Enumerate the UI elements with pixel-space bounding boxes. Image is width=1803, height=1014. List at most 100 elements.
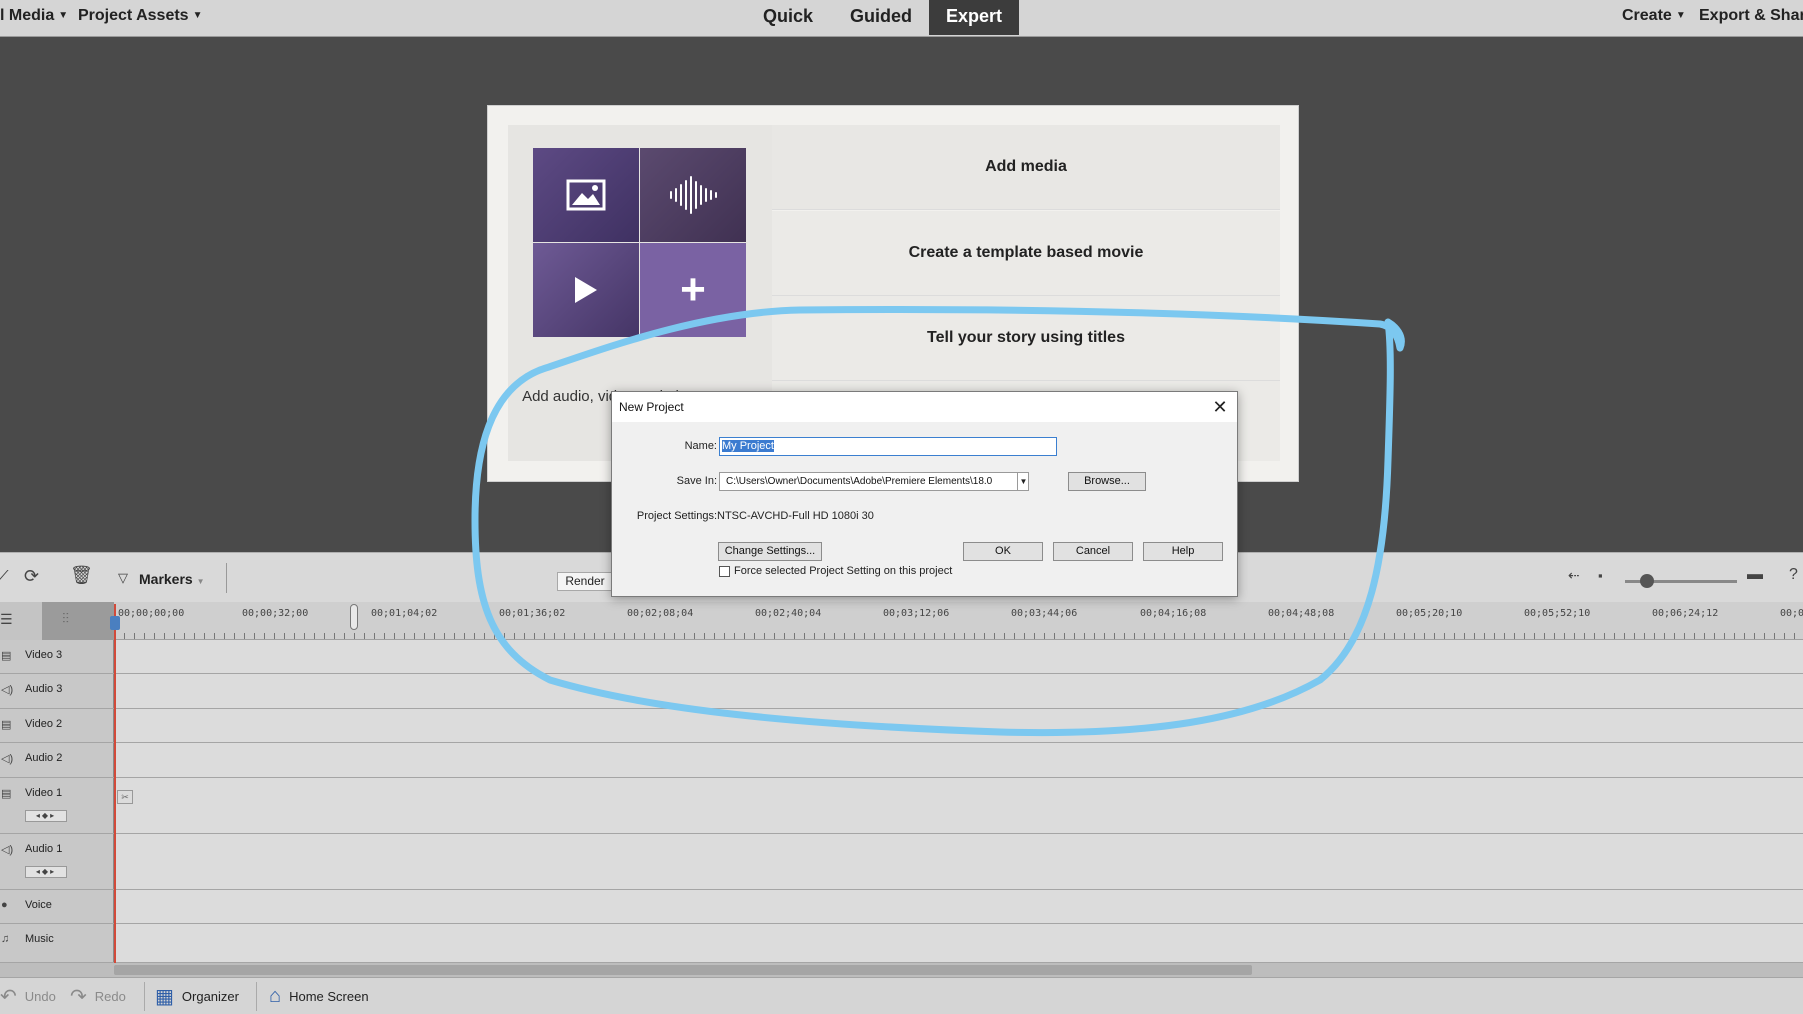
track-name: Video 2: [25, 718, 63, 730]
home-icon: ⌂: [269, 985, 282, 1007]
track-audio-3[interactable]: ◁) Audio 3: [0, 674, 1803, 709]
tool-icon[interactable]: ⟋: [0, 567, 9, 588]
cancel-button[interactable]: Cancel: [1053, 542, 1133, 561]
track-video-3[interactable]: ▤ Video 3: [0, 640, 1803, 674]
track-voice[interactable]: ● Voice: [0, 890, 1803, 924]
help-icon[interactable]: ?: [1789, 566, 1798, 584]
save-in-value: C:\Users\Owner\Documents\Adobe\Premiere …: [726, 476, 993, 487]
chevron-down-icon[interactable]: ▼: [1017, 472, 1029, 491]
track-name: Video 3: [25, 649, 63, 661]
zoom-large-icon[interactable]: ▬: [1747, 566, 1763, 584]
change-settings-button[interactable]: Change Settings...: [718, 542, 822, 561]
playhead-handle[interactable]: [110, 616, 120, 630]
track-video-2[interactable]: ▤ Video 2: [0, 709, 1803, 743]
track-name: Audio 1: [25, 843, 63, 855]
project-assets-menu[interactable]: Project Assets ▼: [78, 7, 202, 25]
chevron-down-icon: ▼: [192, 10, 203, 22]
organizer-button[interactable]: ▦ Organizer: [155, 978, 239, 1014]
track-audio-2[interactable]: ◁) Audio 2: [0, 743, 1803, 778]
track-header: ◁) Audio 3: [0, 674, 114, 708]
play-icon: [575, 277, 597, 303]
redo-button[interactable]: ↷ Redo: [70, 978, 126, 1014]
audio-toggle-area[interactable]: ⫶⫶: [42, 602, 114, 640]
chevron-down-icon: ▼: [1675, 10, 1686, 22]
project-settings-label: Project Settings:: [636, 510, 717, 522]
film-icon: ▤: [1, 719, 12, 731]
redo-label: Redo: [94, 989, 126, 1004]
template-movie-option[interactable]: Create a template based movie: [772, 211, 1280, 296]
force-setting-checkbox[interactable]: [719, 566, 730, 577]
markers-menu[interactable]: Markers ▼: [139, 571, 205, 587]
ruler-label: 00;03;44;06: [1011, 608, 1078, 619]
bottombar-divider: [256, 982, 257, 1011]
scrollbar-thumb[interactable]: [114, 965, 1252, 975]
track-header: ● Voice: [0, 890, 114, 923]
work-area-handle[interactable]: [350, 604, 358, 630]
chevron-down-icon: ▼: [196, 577, 205, 586]
audio-tile[interactable]: [640, 148, 746, 242]
save-in-select[interactable]: C:\Users\Owner\Documents\Adobe\Premiere …: [719, 472, 1029, 491]
track-name: Audio 2: [25, 752, 63, 764]
photo-icon: [566, 179, 606, 211]
music-note-icon: ♫: [1, 933, 10, 945]
track-name: Audio 3: [25, 683, 63, 695]
close-icon[interactable]: ✕: [1209, 396, 1231, 418]
ok-button[interactable]: OK: [963, 542, 1043, 561]
track-video-1[interactable]: ▤ Video 1 ◂◆▸ ✂: [0, 778, 1803, 834]
rotate-icon[interactable]: ⟳: [24, 566, 39, 587]
track-name: Voice: [25, 899, 52, 911]
add-media-menu-label: l Media: [0, 7, 55, 24]
zoom-small-icon[interactable]: ▪: [1598, 568, 1603, 583]
add-media-tile[interactable]: +: [640, 243, 746, 337]
photo-tile[interactable]: [533, 148, 639, 242]
project-name-input[interactable]: My Project: [719, 437, 1057, 456]
tab-quick[interactable]: Quick: [752, 0, 824, 35]
ruler-label: 00;05;20;10: [1396, 608, 1463, 619]
browse-button[interactable]: Browse...: [1068, 472, 1146, 491]
ruler-label: 00;06;24;12: [1652, 608, 1719, 619]
ruler-label: 00;04;48;08: [1268, 608, 1335, 619]
marker-icon: ▽: [118, 570, 128, 585]
media-tiles: +: [533, 148, 746, 337]
speaker-icon: ◁): [1, 844, 14, 856]
create-menu[interactable]: Create ▼: [1622, 7, 1686, 25]
add-media-option[interactable]: Add media: [772, 125, 1280, 210]
export-share-menu[interactable]: Export & Share: [1699, 7, 1803, 25]
tab-expert[interactable]: Expert: [929, 0, 1019, 35]
audio-waveform-icon: [670, 176, 717, 214]
add-media-menu[interactable]: l Media ▼: [0, 7, 68, 25]
render-button[interactable]: Render: [557, 572, 613, 591]
help-button[interactable]: Help: [1143, 542, 1223, 561]
undo-button[interactable]: ↶ Undo: [0, 978, 56, 1014]
top-menu-bar: l Media ▼ Project Assets ▼ Quick Guided Ex…: [0, 0, 1803, 37]
track-header: ◁) Audio 1 ◂◆▸: [0, 834, 114, 889]
track-audio-1[interactable]: ◁) Audio 1 ◂◆▸: [0, 834, 1803, 890]
keyframe-controls[interactable]: ◂◆▸: [25, 810, 67, 822]
track-name: Music: [25, 933, 54, 945]
track-list-icon[interactable]: ☰: [0, 611, 13, 628]
keyframe-controls[interactable]: ◂◆▸: [25, 866, 67, 878]
track-header: ♫ Music: [0, 924, 114, 962]
zoom-out-icon[interactable]: ⇠: [1568, 567, 1580, 584]
undo-label: Undo: [24, 989, 56, 1004]
track-header: ▤ Video 2: [0, 709, 114, 742]
ruler-label: 00;0: [1780, 608, 1803, 619]
zoom-slider-knob[interactable]: [1640, 574, 1654, 588]
trash-icon[interactable]: 🗑: [70, 565, 93, 586]
story-titles-option[interactable]: Tell your story using titles: [772, 296, 1280, 381]
force-setting-label: Force selected Project Setting on this p…: [734, 565, 953, 577]
microphone-icon: ●: [1, 899, 8, 911]
ruler-label: 00;05;52;10: [1524, 608, 1591, 619]
dialog-titlebar: New Project ✕: [612, 392, 1237, 422]
timeline-horizontal-scrollbar[interactable]: [0, 963, 1803, 977]
tab-guided[interactable]: Guided: [842, 0, 920, 35]
track-header: ▤ Video 3: [0, 640, 114, 673]
video-tile[interactable]: [533, 243, 639, 337]
home-screen-button[interactable]: ⌂ Home Screen: [269, 978, 369, 1014]
organizer-label: Organizer: [181, 989, 239, 1004]
playhead-line[interactable]: [114, 604, 116, 963]
clip-placeholder-icon: ✂: [117, 790, 133, 804]
timeline-ruler[interactable]: 00;00;00;00 00;00;32;00 00;01;04;02 00;0…: [114, 602, 1803, 640]
track-music[interactable]: ♫ Music: [0, 924, 1803, 963]
ruler-label: 00;00;00;00: [118, 608, 185, 619]
